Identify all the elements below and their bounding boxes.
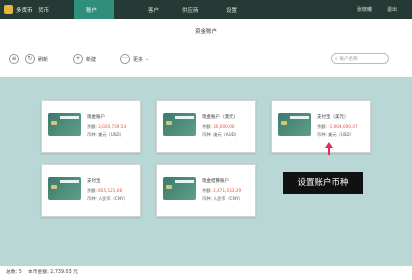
refresh-icon: ↻: [25, 54, 35, 64]
account-card[interactable]: 支付宝（美元） 余额: -1,064,000.47 币种: 美元（USD）: [271, 100, 371, 153]
total-label: 总数:: [6, 270, 18, 275]
user-name[interactable]: 张晓曦: [357, 6, 372, 13]
account-name: 支付宝: [87, 179, 101, 184]
status-bar: 总数: 5 本币金额: 2,739.03 元: [0, 266, 412, 280]
account-balance: 余额: -1,064,000.47: [317, 124, 358, 129]
bank-card-icon: [163, 113, 196, 136]
more-button[interactable]: ··· 更多 ⌄: [120, 54, 149, 64]
nav-item-customers[interactable]: 客户: [148, 6, 159, 14]
arrow-line: [328, 145, 330, 155]
account-card[interactable]: 现金账户（澳元） 余额: 30,000.00 币种: 澳元（AUD）: [156, 100, 256, 153]
refresh-button[interactable]: ↻ 刷新: [25, 54, 48, 64]
account-currency: 币种: 澳元（AUD）: [202, 132, 240, 137]
account-currency: 币种: 人民币（CNY）: [87, 196, 128, 201]
nav-item-currency[interactable]: 货币: [38, 6, 49, 14]
amount-value: 2,739.03 元: [50, 270, 78, 275]
more-icon: ···: [120, 54, 130, 64]
plus-icon: +: [73, 54, 83, 64]
account-card[interactable]: 现金账户 余额: 3,020,739.54 币种: 美元（USD）: [41, 100, 141, 153]
new-label: 新建: [86, 56, 97, 63]
search-input[interactable]: ⌕ 账户名称: [331, 53, 389, 64]
nav-item-suppliers[interactable]: 供应商: [182, 6, 199, 14]
tooltip-callout: 设置账户币种: [283, 172, 363, 194]
app-logo-icon: [4, 5, 13, 14]
total-count: 5: [18, 270, 22, 275]
bank-card-icon: [48, 177, 81, 200]
sort-button[interactable]: ≡: [9, 54, 22, 64]
account-currency: 币种: 美元（USD）: [87, 132, 124, 137]
account-currency: 币种: 人民币（CNY）: [202, 196, 243, 201]
bank-card-icon: [163, 177, 196, 200]
account-balance: 余额: 855,121.08: [87, 188, 123, 193]
nav-item-settings[interactable]: 设置: [226, 6, 237, 14]
page-title: 资金账户: [194, 29, 217, 35]
app-name: 多货币: [16, 8, 33, 14]
more-label: 更多: [133, 56, 144, 63]
account-balance: 余额: 3,020,739.54: [87, 124, 127, 129]
account-name: 现金结算账户: [202, 179, 229, 184]
account-card[interactable]: 现金结算账户 余额: 2,471,033.29 币种: 人民币（CNY）: [156, 164, 256, 217]
account-card[interactable]: 支付宝 余额: 855,121.08 币种: 人民币（CNY）: [41, 164, 141, 217]
nav-item-accounts[interactable]: 账户: [86, 6, 97, 14]
account-balance: 余额: 2,471,033.29: [202, 188, 242, 193]
account-currency: 币种: 美元（USD）: [317, 132, 354, 137]
account-balance: 余额: 30,000.00: [202, 124, 235, 129]
bank-card-icon: [278, 113, 311, 136]
account-name: 现金账户: [87, 115, 105, 120]
bank-card-icon: [48, 113, 81, 136]
account-name: 现金账户（澳元）: [202, 115, 238, 120]
new-button[interactable]: + 新建: [73, 54, 96, 64]
chevron-down-icon: ⌄: [145, 56, 150, 62]
top-navbar: 多货币 货币 账户 客户 供应商 设置 张晓曦 退出: [0, 0, 412, 19]
search-placeholder: 账户名称: [339, 56, 358, 62]
logout-link[interactable]: 退出: [387, 6, 397, 13]
amount-label: 本币金额:: [27, 270, 49, 275]
search-icon: ⌕: [335, 56, 338, 62]
list-icon: ≡: [9, 54, 19, 64]
account-name: 支付宝（美元）: [317, 115, 349, 120]
refresh-label: 刷新: [38, 56, 49, 63]
